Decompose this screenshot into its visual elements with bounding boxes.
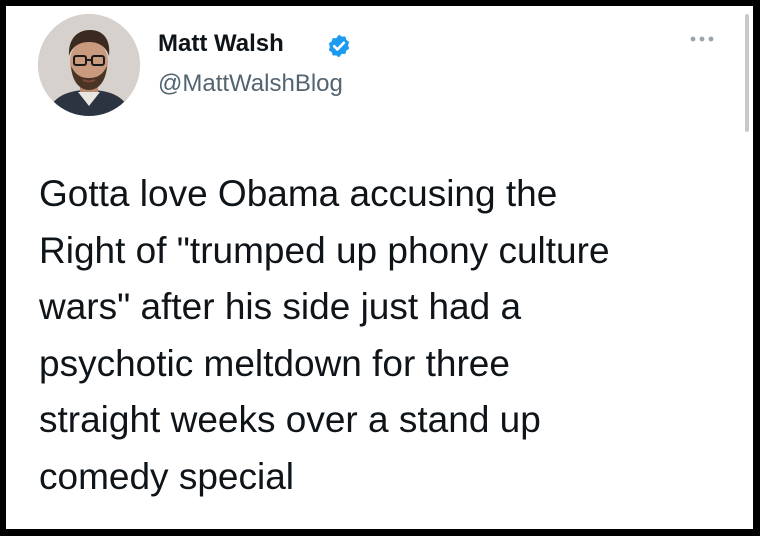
- scrollbar-thumb[interactable]: [745, 14, 749, 132]
- tweet-text-line: comedy special: [39, 455, 295, 497]
- avatar-photo: [38, 14, 140, 116]
- tweet-text-line: Right of "trumped up phony culture: [39, 229, 610, 271]
- tweet-text-line: wars" after his side just had a: [39, 286, 522, 327]
- scrollbar[interactable]: [741, 6, 753, 529]
- tweet-text-line: straight weeks over a stand up: [39, 399, 541, 440]
- author-display-name[interactable]: Matt Walsh: [158, 30, 284, 58]
- verified-badge-icon: [328, 34, 350, 58]
- more-options-icon[interactable]: [688, 32, 716, 46]
- tweet-text-line: Gotta love Obama accusing the: [39, 173, 558, 214]
- tweet-text: Gotta love Obama accusing the Right of "…: [39, 166, 729, 505]
- avatar[interactable]: [38, 14, 140, 116]
- tweet-text-line: psychotic meltdown for three: [39, 342, 510, 384]
- author-handle[interactable]: @MattWalshBlog: [158, 70, 343, 98]
- tweet-card: Matt Walsh @MattWalshBlog Gotta love Oba…: [6, 6, 753, 529]
